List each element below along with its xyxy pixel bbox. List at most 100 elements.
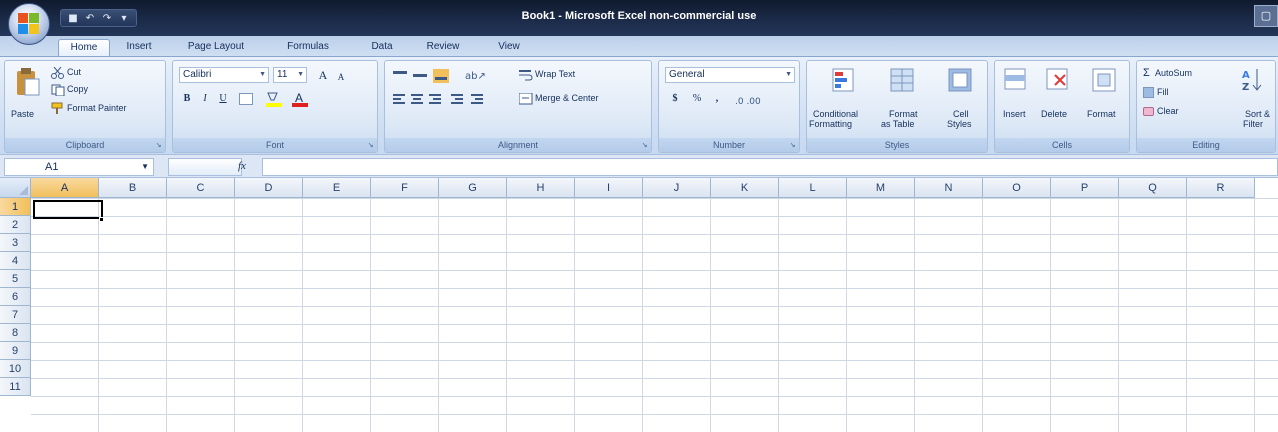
tab-insert[interactable]: Insert	[120, 39, 158, 56]
font-name-select[interactable]: Calibri ▼	[179, 67, 269, 83]
font-color-icon[interactable]: A	[291, 91, 309, 110]
delete-cells-icon	[1045, 67, 1071, 96]
styles-label: Styles	[807, 138, 987, 152]
borders-icon[interactable]	[239, 93, 253, 105]
row-header-8[interactable]: 8	[0, 324, 31, 342]
fill-icon	[1143, 87, 1154, 98]
grow-font-button[interactable]: A	[315, 67, 331, 83]
increase-decimal-icon[interactable]: .0 .00	[735, 93, 783, 110]
row-header-3[interactable]: 3	[0, 234, 31, 252]
column-header-o[interactable]: O	[983, 178, 1051, 198]
column-header-g[interactable]: G	[439, 178, 507, 198]
orientation-icon[interactable]: ab↗	[463, 67, 487, 83]
column-gridline	[370, 198, 371, 432]
align-left-icon[interactable]	[393, 93, 503, 110]
active-cell[interactable]	[33, 200, 103, 219]
column-header-m[interactable]: M	[847, 178, 915, 198]
column-header-f[interactable]: F	[371, 178, 439, 198]
row-header-6[interactable]: 6	[0, 288, 31, 306]
merge-center-icon	[518, 92, 533, 108]
dialog-launcher-icon[interactable]: ↘	[640, 141, 649, 150]
format-as-table-button[interactable]: Format	[889, 109, 918, 119]
underline-button[interactable]: U	[215, 91, 231, 107]
tab-page-layout[interactable]: Page Layout	[182, 39, 250, 56]
dialog-launcher-icon[interactable]: ↘	[366, 141, 375, 150]
shrink-font-button[interactable]: A	[333, 69, 349, 85]
select-all-button[interactable]	[0, 178, 31, 198]
insert-function-button[interactable]: fx	[238, 160, 246, 172]
svg-text:ab↗: ab↗	[465, 71, 486, 82]
cell-styles-button[interactable]: Cell	[953, 109, 969, 119]
column-header-q[interactable]: Q	[1119, 178, 1187, 198]
column-header-d[interactable]: D	[235, 178, 303, 198]
column-header-e[interactable]: E	[303, 178, 371, 198]
row-header-4[interactable]: 4	[0, 252, 31, 270]
column-header-i[interactable]: I	[575, 178, 643, 198]
insert-cells-button[interactable]: Insert	[1003, 109, 1026, 119]
column-header-p[interactable]: P	[1051, 178, 1119, 198]
format-painter-icon	[51, 102, 65, 117]
worksheet-grid[interactable]: A B C D E F G H I J K L M N O P Q R 1 2 3 4 5 6 7 8 9 10 11	[0, 178, 1278, 432]
tab-formulas[interactable]: Formulas	[282, 39, 334, 56]
tab-review[interactable]: Review	[420, 39, 466, 56]
tab-view[interactable]: View	[490, 39, 528, 56]
font-size-select[interactable]: 11 ▼	[273, 67, 307, 83]
number-format-select[interactable]: General ▼	[665, 67, 795, 83]
column-gridline	[438, 198, 439, 432]
copy-button[interactable]: Copy	[67, 84, 88, 94]
fill-color-icon[interactable]	[265, 91, 283, 110]
row-header-9[interactable]: 9	[0, 342, 31, 360]
italic-button[interactable]: I	[197, 91, 213, 107]
column-header-b[interactable]: B	[99, 178, 167, 198]
row-header-5[interactable]: 5	[0, 270, 31, 288]
format-cells-button[interactable]: Format	[1087, 109, 1116, 119]
column-header-r[interactable]: R	[1187, 178, 1255, 198]
column-gridline	[846, 198, 847, 432]
row-header-10[interactable]: 10	[0, 360, 31, 378]
clipboard-label: Clipboard	[5, 138, 165, 152]
row-header-11[interactable]: 11	[0, 378, 31, 396]
row-header-2[interactable]: 2	[0, 216, 31, 234]
row-header-1[interactable]: 1	[0, 198, 31, 216]
name-box[interactable]: A1 ▼	[4, 158, 154, 176]
merge-center-button[interactable]: Merge & Center	[535, 93, 599, 103]
window-control-button[interactable]: ▢	[1254, 5, 1278, 27]
sort-filter-button[interactable]: Sort &	[1245, 109, 1270, 119]
align-top-icon[interactable]	[393, 69, 453, 86]
paste-icon[interactable]	[15, 67, 41, 97]
office-button[interactable]	[8, 3, 50, 45]
bold-button[interactable]: B	[179, 91, 195, 107]
tab-home[interactable]: Home	[58, 39, 110, 56]
column-gridline	[1050, 198, 1051, 432]
column-header-k[interactable]: K	[711, 178, 779, 198]
percent-button[interactable]: %	[689, 91, 705, 107]
dialog-launcher-icon[interactable]: ↘	[154, 141, 163, 150]
delete-cells-button[interactable]: Delete	[1041, 109, 1067, 119]
autosum-icon[interactable]: Σ	[1143, 67, 1150, 79]
autosum-button[interactable]: AutoSum	[1155, 68, 1192, 78]
fill-handle[interactable]	[99, 217, 104, 222]
tab-data[interactable]: Data	[366, 39, 398, 56]
clear-button[interactable]: Clear	[1157, 106, 1179, 116]
column-header-c[interactable]: C	[167, 178, 235, 198]
column-header-n[interactable]: N	[915, 178, 983, 198]
cut-button[interactable]: Cut	[67, 67, 81, 77]
alignment-group: ab↗ Wrap Text Merge & Center Alignment ↘	[384, 60, 652, 153]
wrap-text-button[interactable]: Wrap Text	[535, 69, 575, 79]
currency-button[interactable]: $	[667, 91, 683, 107]
format-painter-button[interactable]: Format Painter	[67, 103, 127, 113]
column-header-h[interactable]: H	[507, 178, 575, 198]
column-header-l[interactable]: L	[779, 178, 847, 198]
paste-button[interactable]: Paste	[11, 109, 34, 119]
fill-button[interactable]: Fill	[1157, 87, 1169, 97]
comma-button[interactable]: ,	[709, 91, 725, 107]
dialog-launcher-icon[interactable]: ↘	[788, 141, 797, 150]
column-gridline	[1254, 198, 1255, 432]
conditional-formatting-button[interactable]: Conditional	[813, 109, 858, 119]
number-group: General ▼ $ % , .0 .00 Number ↘	[658, 60, 800, 153]
formula-input[interactable]	[262, 158, 1278, 176]
column-header-a[interactable]: A	[31, 178, 99, 198]
font-label: Font	[173, 138, 377, 152]
column-header-j[interactable]: J	[643, 178, 711, 198]
row-header-7[interactable]: 7	[0, 306, 31, 324]
